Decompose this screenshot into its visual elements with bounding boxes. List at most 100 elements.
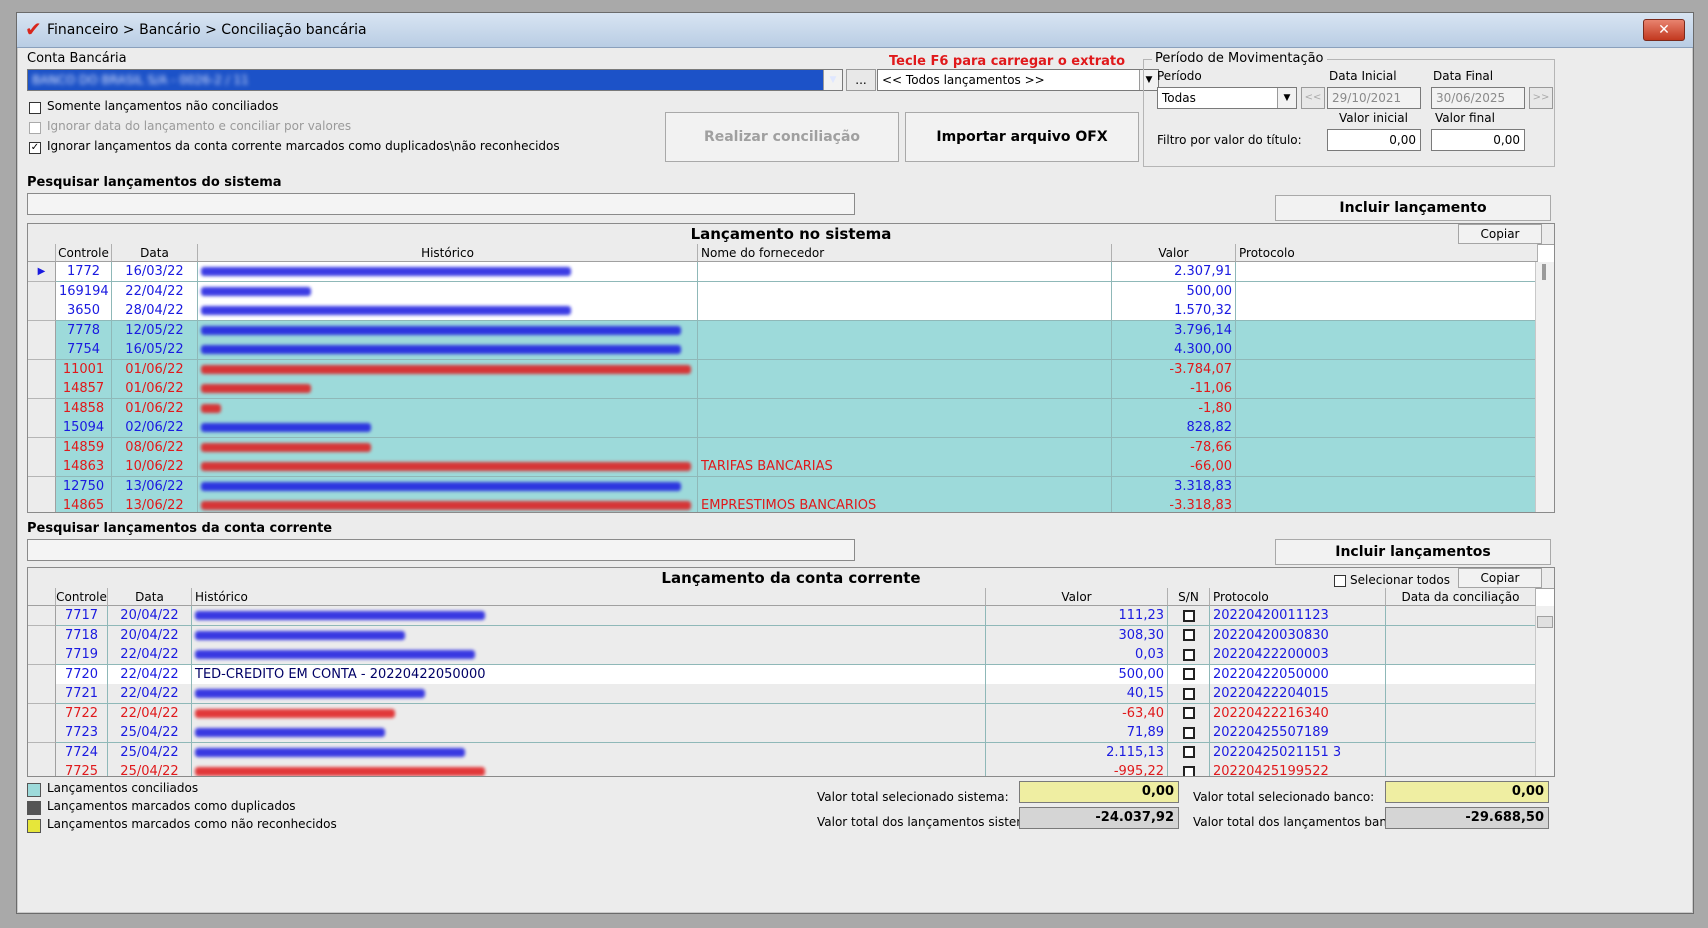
sn-checkbox[interactable] [1182, 668, 1195, 680]
system-table-row[interactable]: 3650 28/04/22 1.570,32 [28, 301, 1554, 321]
bank-col-conciliacao[interactable]: Data da conciliação [1386, 588, 1536, 606]
system-table-row[interactable]: 14863 10/06/22 TARIFAS BANCARIAS -66,00 [28, 457, 1554, 477]
close-button[interactable]: ✕ [1643, 19, 1685, 41]
row-indicator[interactable] [28, 359, 56, 380]
bank-col-historico[interactable]: Histórico [192, 588, 986, 606]
system-copy-button[interactable]: Copiar [1458, 224, 1542, 244]
reconcile-button[interactable]: Realizar conciliação [665, 112, 899, 162]
period-next-button[interactable]: >> [1529, 87, 1553, 109]
system-table-row[interactable]: ▶ 1772 16/03/22 2.307,91 [28, 262, 1554, 282]
row-indicator[interactable] [28, 625, 56, 646]
system-table-row[interactable]: 15094 02/06/22 828,82 [28, 418, 1554, 438]
select-all-wrapper[interactable]: Selecionar todos [1334, 570, 1450, 590]
system-scroll-thumb[interactable] [1542, 264, 1546, 280]
row-indicator[interactable] [28, 281, 56, 302]
sn-checkbox[interactable] [1182, 609, 1195, 622]
row-indicator[interactable] [28, 340, 56, 360]
end-date-field[interactable]: 30/06/2025 [1431, 87, 1525, 109]
extract-select[interactable]: << Todos lançamentos >> ▼ [877, 69, 1159, 91]
row-indicator[interactable] [28, 684, 56, 704]
system-search-input[interactable] [27, 193, 855, 215]
bank-table-row[interactable]: 7725 25/04/22 -995,22 20220425199522 [28, 762, 1554, 776]
start-date-field[interactable]: 29/10/2021 [1327, 87, 1421, 109]
system-col-data[interactable]: Data [112, 244, 198, 262]
sn-checkbox[interactable] [1182, 629, 1195, 641]
bank-table-row[interactable]: 7724 25/04/22 2.115,13 20220425021151 3 [28, 742, 1554, 763]
import-ofx-button[interactable]: Importar arquivo OFX [905, 112, 1139, 162]
cell-protocolo [1236, 340, 1538, 360]
bank-table-row[interactable]: 7717 20/04/22 111,23 20220420011123 [28, 606, 1554, 626]
select-all-checkbox[interactable] [1334, 574, 1347, 587]
system-table-row[interactable]: 14859 08/06/22 -78,66 [28, 437, 1554, 458]
system-col-valor[interactable]: Valor [1112, 244, 1236, 262]
row-indicator[interactable] [28, 418, 56, 438]
bank-table-row[interactable]: 7718 20/04/22 308,30 20220420030830 [28, 625, 1554, 646]
bank-col-protocolo[interactable]: Protocolo [1210, 588, 1386, 606]
system-col-fornecedor[interactable]: Nome do fornecedor [698, 244, 1112, 262]
bank-table-row[interactable]: 7721 22/04/22 40,15 20220422204015 [28, 684, 1554, 704]
bank-table-row[interactable]: 7723 25/04/22 71,89 20220425507189 [28, 723, 1554, 743]
row-indicator[interactable] [28, 398, 56, 419]
bank-grid-scrollbar[interactable] [1535, 606, 1554, 776]
row-indicator[interactable] [28, 742, 56, 763]
row-indicator[interactable] [28, 457, 56, 477]
system-table-row[interactable]: 7778 12/05/22 3.796,14 [28, 320, 1554, 341]
cell-historico-redacted [198, 398, 698, 419]
bank-table-row[interactable]: 7720 22/04/22 TED-CREDITO EM CONTA - 20220… [28, 664, 1554, 685]
ignore-duplicates-checkbox[interactable]: ✓ [29, 142, 41, 154]
cell-controle: 3650 [56, 301, 112, 321]
row-indicator[interactable] [28, 645, 56, 665]
row-indicator[interactable] [28, 379, 56, 399]
system-table-row[interactable]: 169194 22/04/22 500,00 [28, 281, 1554, 302]
row-indicator[interactable] [28, 703, 56, 724]
bank-table-row[interactable]: 7719 22/04/22 0,03 20220422200003 [28, 645, 1554, 665]
bank-search-input[interactable] [27, 539, 855, 561]
include-system-entry-button[interactable]: Incluir lançamento [1275, 195, 1551, 221]
bank-scroll-thumb[interactable] [1537, 616, 1553, 628]
system-table-row[interactable]: 14858 01/06/22 -1,80 [28, 398, 1554, 419]
cell-controle: 11001 [56, 359, 112, 380]
sn-checkbox[interactable] [1182, 746, 1195, 758]
bank-table-row[interactable]: 7722 22/04/22 -63,40 20220422216340 [28, 703, 1554, 724]
system-table-row[interactable]: 14857 01/06/22 -11,06 [28, 379, 1554, 399]
bank-copy-button[interactable]: Copiar [1458, 568, 1542, 588]
row-indicator[interactable] [28, 723, 56, 743]
system-col-protocolo[interactable]: Protocolo [1236, 244, 1538, 262]
row-indicator[interactable] [28, 496, 56, 512]
row-indicator[interactable] [28, 437, 56, 458]
system-table-row[interactable]: 7754 16/05/22 4.300,00 [28, 340, 1554, 360]
sn-checkbox[interactable] [1182, 707, 1195, 719]
sn-checkbox[interactable] [1182, 687, 1195, 700]
sn-checkbox[interactable] [1182, 765, 1195, 776]
min-value-field[interactable]: 0,00 [1327, 129, 1421, 151]
row-indicator[interactable] [28, 320, 56, 341]
system-table-row[interactable]: 12750 13/06/22 3.318,83 [28, 476, 1554, 497]
row-indicator[interactable] [28, 301, 56, 321]
max-value-field[interactable]: 0,00 [1431, 129, 1525, 151]
bank-col-controle[interactable]: Controle [56, 588, 108, 606]
ignore-date-checkbox[interactable] [29, 122, 41, 134]
row-indicator[interactable] [28, 664, 56, 685]
bank-col-sn[interactable]: S/N [1168, 588, 1210, 606]
bank-entries-grid: Lançamento da conta corrente Selecionar … [27, 567, 1555, 777]
row-indicator[interactable] [28, 476, 56, 497]
system-col-controle[interactable]: Controle [56, 244, 112, 262]
system-table-row[interactable]: 14865 13/06/22 EMPRESTIMOS BANCARIOS -3.318… [28, 496, 1554, 512]
system-col-historico[interactable]: Histórico [198, 244, 698, 262]
period-prev-button[interactable]: << [1301, 87, 1325, 109]
row-indicator[interactable]: ▶ [28, 262, 56, 282]
sn-checkbox[interactable] [1182, 726, 1195, 739]
system-table-row[interactable]: 11001 01/06/22 -3.784,07 [28, 359, 1554, 380]
account-more-button[interactable]: ... [846, 69, 876, 91]
only-unreconciled-checkbox[interactable] [29, 102, 41, 114]
account-select[interactable]: BANCO DO BRASIL S/A - 0026-2 / 11 ▼ [27, 69, 843, 91]
cell-data: 01/06/22 [112, 398, 198, 419]
row-indicator[interactable] [28, 606, 56, 626]
row-indicator[interactable] [28, 762, 56, 776]
bank-col-data[interactable]: Data [108, 588, 192, 606]
period-select[interactable]: Todas ▼ [1157, 87, 1297, 109]
sn-checkbox[interactable] [1182, 648, 1195, 661]
bank-col-valor[interactable]: Valor [986, 588, 1168, 606]
system-grid-scrollbar[interactable] [1535, 262, 1554, 512]
include-bank-entries-button[interactable]: Incluir lançamentos [1275, 539, 1551, 565]
